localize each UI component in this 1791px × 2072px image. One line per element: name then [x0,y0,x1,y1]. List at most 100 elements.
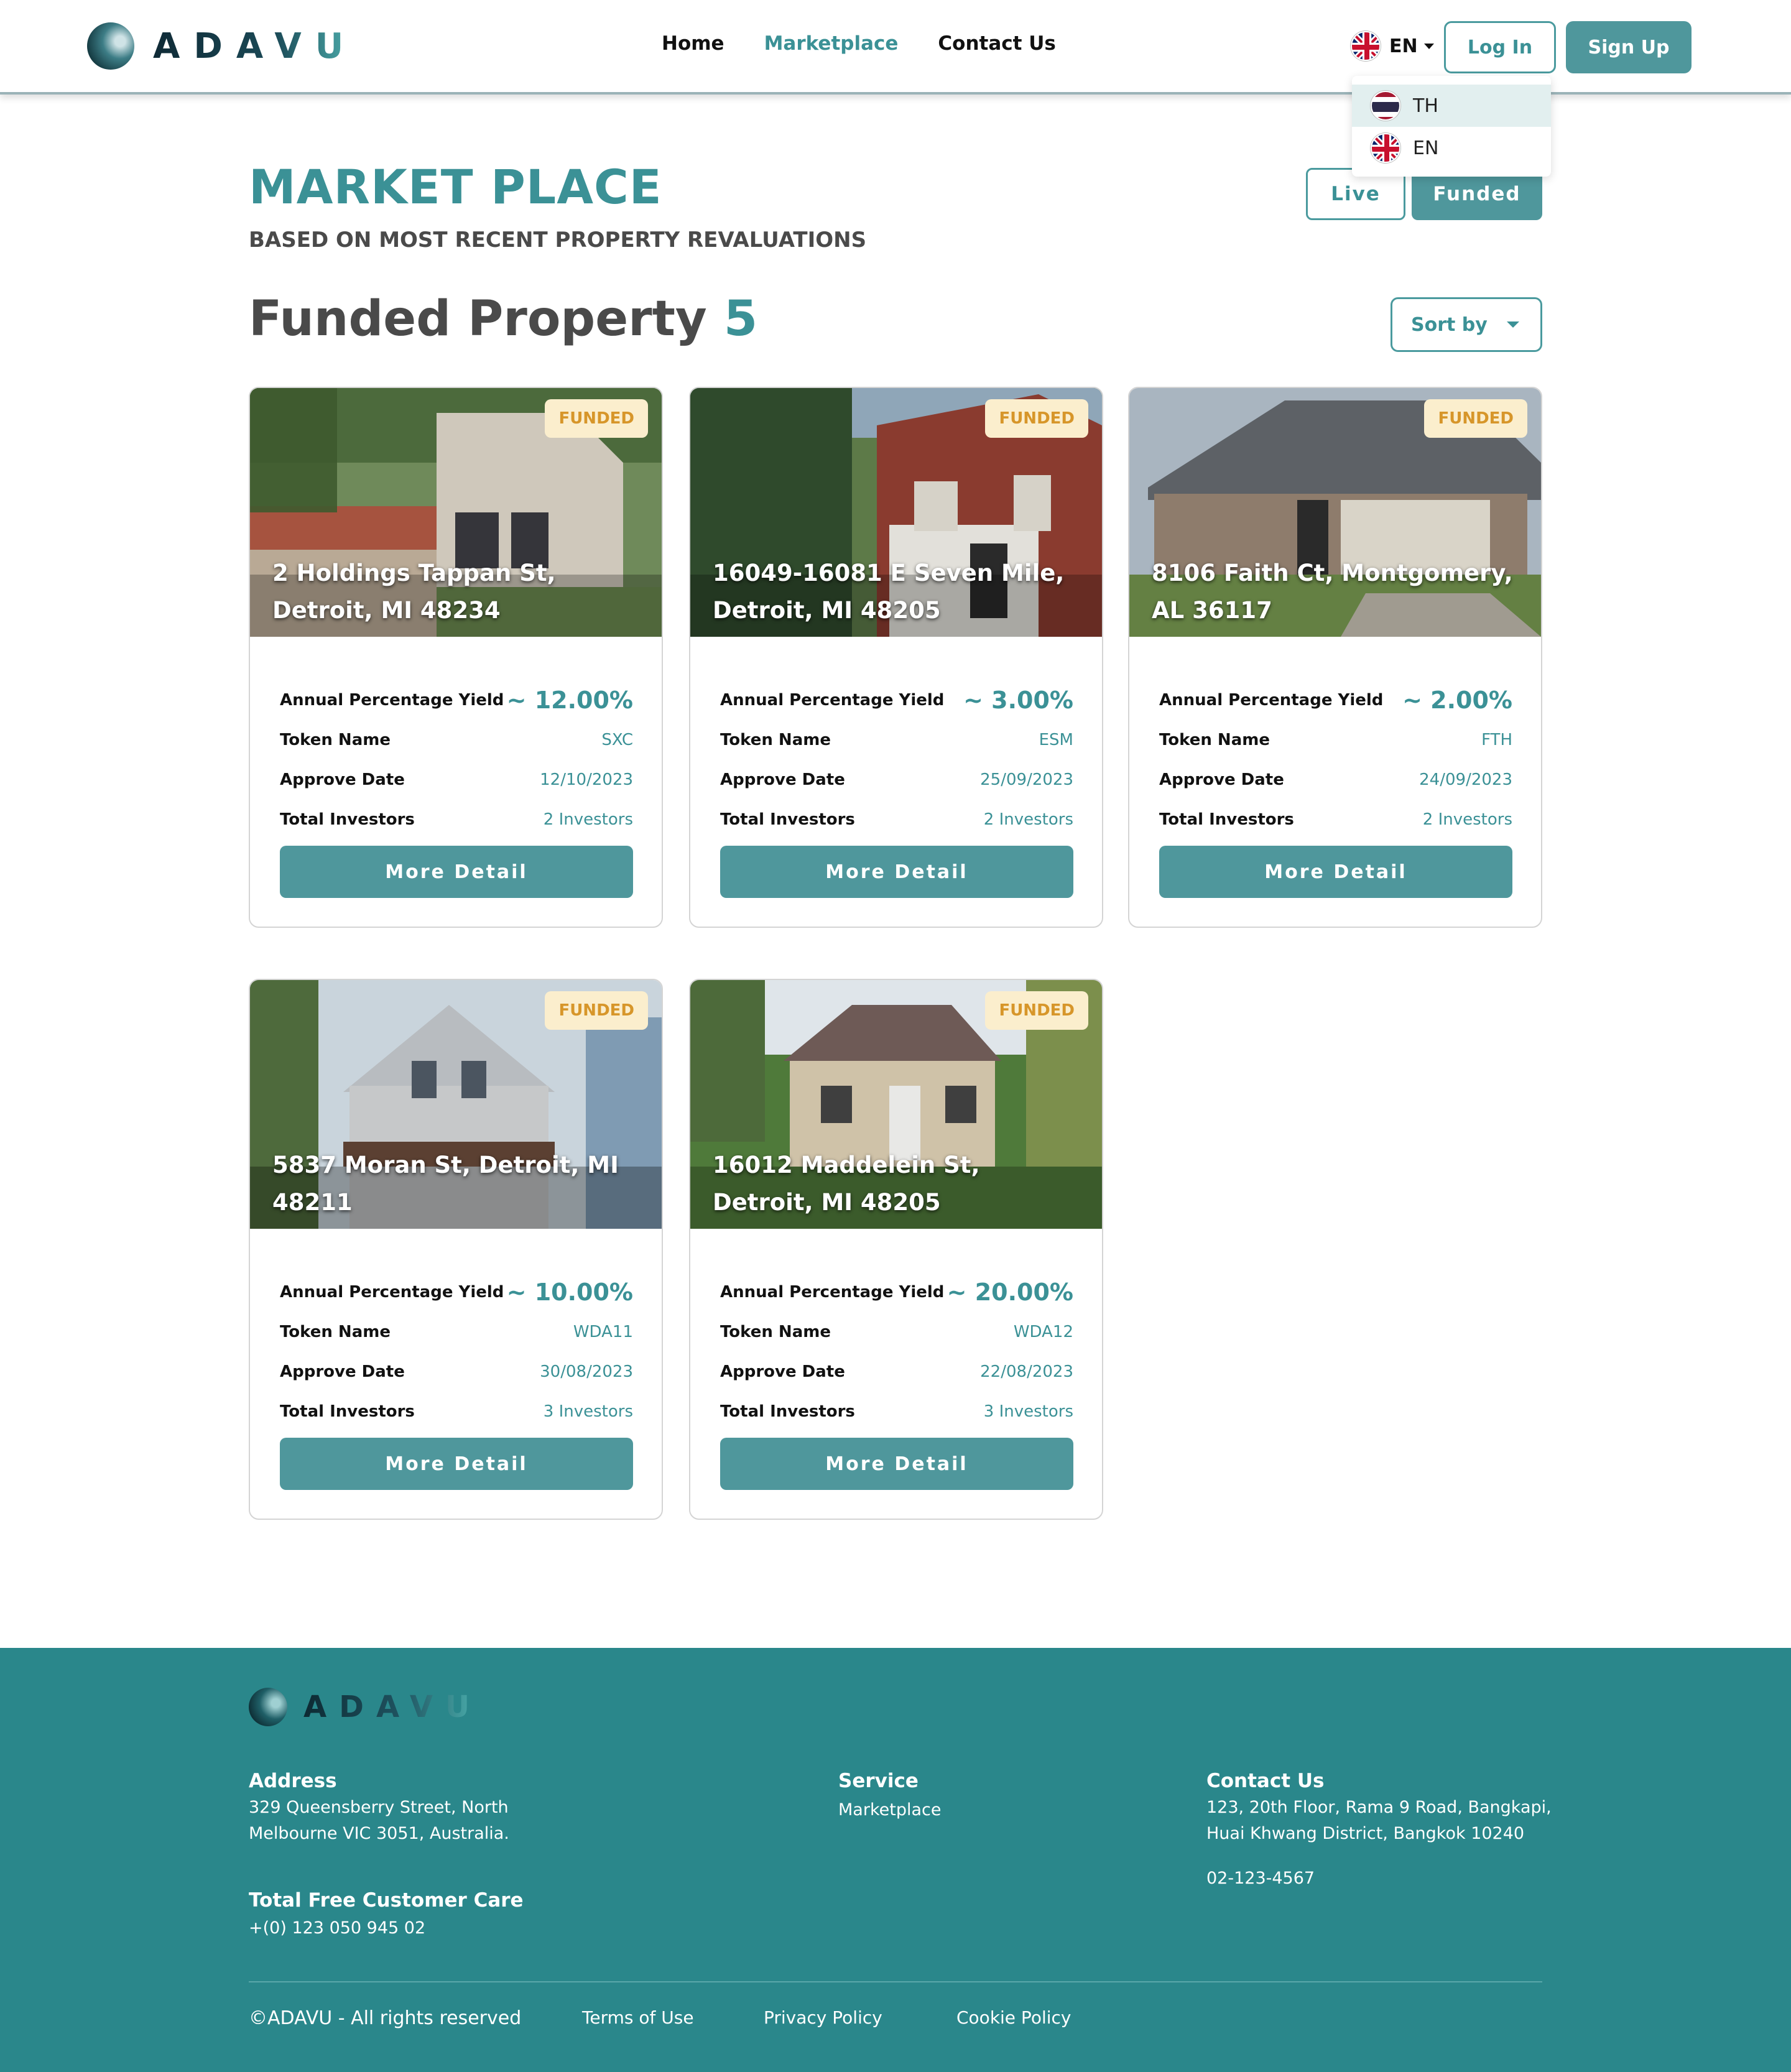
sort-label: Sort by [1411,313,1488,336]
token-label: Token Name [280,731,391,749]
footer-service-title: Service [838,1770,919,1792]
footer-contact-line2: Huai Khwang District, Bangkok 10240 [1206,1824,1525,1843]
more-detail-button[interactable]: More Detail [280,1438,633,1490]
language-option-en[interactable]: EN [1352,127,1551,169]
property-address: 2 Holdings Tappan St, Detroit, MI 48234 [272,560,556,624]
investors-label: Total Investors [1159,810,1294,829]
more-detail-button[interactable]: More Detail [1159,846,1512,898]
approve-date-value: 25/09/2023 [980,770,1073,789]
footer-contact-title: Contact Us [1206,1770,1325,1792]
more-detail-button[interactable]: More Detail [720,1438,1073,1490]
status-badge: FUNDED [985,399,1088,438]
token-value: ESM [1039,731,1073,749]
property-card: FUNDED 2 Holdings Tappan St, Detroit, MI… [249,387,663,928]
signup-button[interactable]: Sign Up [1566,21,1691,73]
language-option-label: EN [1413,137,1439,159]
approve-date-label: Approve Date [1159,770,1284,789]
footer-address-title: Address [249,1770,337,1792]
approve-date-label: Approve Date [280,1362,405,1381]
apy-label: Annual Percentage Yield [720,691,945,710]
thailand-flag-icon [1371,91,1400,121]
uk-flag-icon [1351,31,1381,61]
footer-divider [249,1981,1542,1982]
uk-flag-icon [1371,133,1400,163]
footer-marketplace-link[interactable]: Marketplace [838,1797,941,1823]
language-dropdown: TH EN [1352,76,1551,177]
apy-value: ~ 20.00% [946,1279,1073,1306]
token-label: Token Name [720,731,831,749]
token-value: SXC [601,731,633,749]
status-badge: FUNDED [985,991,1088,1030]
nav-home[interactable]: Home [662,32,724,55]
approve-date-label: Approve Date [280,770,405,789]
language-selector[interactable]: EN [1351,31,1434,61]
property-address: 8106 Faith Ct, Montgomery, AL 36117 [1152,560,1513,624]
investors-value: 2 Investors [983,810,1073,829]
property-card: FUNDED 16049-16081 E Seven Mile, Detroit… [689,387,1103,928]
nav-contact-us[interactable]: Contact Us [938,32,1055,55]
token-value: WDA12 [1013,1323,1073,1341]
approve-date-value: 22/08/2023 [980,1362,1073,1381]
property-details: Annual Percentage Yield ~ 3.00% Token Nam… [720,680,1073,839]
investors-label: Total Investors [720,810,855,829]
property-details: Annual Percentage Yield ~ 20.00% Token Na… [720,1272,1073,1431]
brand-logo[interactable]: ADAVU [87,22,357,70]
heading-text: Funded Property [249,291,707,347]
footer-address-line1: 329 Queensberry Street, North [249,1798,509,1817]
nav-marketplace[interactable]: Marketplace [764,32,899,55]
approve-date-value: 12/10/2023 [540,770,633,789]
token-label: Token Name [1159,731,1270,749]
apy-value: ~ 10.00% [506,1279,633,1306]
investors-value: 2 Investors [543,810,633,829]
site-footer: ADAVU Address 329 Queensberry Street, No… [0,1648,1791,2072]
property-card: FUNDED 8106 Faith Ct, Montgomery, AL 361… [1128,387,1542,928]
status-badge: FUNDED [1424,399,1527,438]
sort-dropdown[interactable]: Sort by [1391,297,1542,352]
apy-value: ~ 3.00% [963,687,1073,714]
main-nav: Home Marketplace Contact Us [662,32,1056,55]
current-language: EN [1389,35,1418,57]
terms-link[interactable]: Terms of Use [582,2007,694,2028]
apy-label: Annual Percentage Yield [1159,691,1384,710]
more-detail-button[interactable]: More Detail [720,846,1073,898]
property-card: FUNDED 16012 Maddelein St, Detroit, MI 4… [689,979,1103,1520]
funded-property-heading: Funded Property 5 [249,291,757,347]
token-value: FTH [1481,731,1512,749]
language-option-label: TH [1413,95,1438,117]
page-subtitle: BASED ON MOST RECENT PROPERTY REVALUATIO… [249,228,867,252]
cookie-link[interactable]: Cookie Policy [956,2007,1071,2028]
apy-label: Annual Percentage Yield [720,1283,945,1302]
investors-value: 2 Investors [1422,810,1512,829]
investors-value: 3 Investors [543,1402,633,1421]
caret-down-icon [1507,321,1519,328]
property-address: 16049-16081 E Seven Mile, Detroit, MI 48… [713,560,1065,624]
approve-date-label: Approve Date [720,770,845,789]
status-badge: FUNDED [545,399,648,438]
property-details: Annual Percentage Yield ~ 2.00% Token Nam… [1159,680,1512,839]
investors-label: Total Investors [280,1402,415,1421]
more-detail-button[interactable]: More Detail [280,846,633,898]
footer-contact-phone: 02-123-4567 [1206,1869,1315,1888]
footer-logo[interactable]: ADAVU [249,1688,482,1726]
approve-date-value: 24/09/2023 [1419,770,1512,789]
token-label: Token Name [720,1323,831,1341]
investors-label: Total Investors [720,1402,855,1421]
apy-value: ~ 12.00% [506,687,633,714]
privacy-link[interactable]: Privacy Policy [764,2007,882,2028]
status-badge: FUNDED [545,991,648,1030]
login-button[interactable]: Log In [1444,21,1556,73]
approve-date-value: 30/08/2023 [540,1362,633,1381]
language-option-th[interactable]: TH [1352,85,1551,127]
brand-name: ADAVU [153,25,358,67]
footer-care-phone: +(0) 123 050 945 02 [249,1918,426,1938]
property-card: FUNDED 5837 Moran St, Detroit, MI 48211 … [249,979,663,1520]
token-label: Token Name [280,1323,391,1341]
apy-value: ~ 2.00% [1402,687,1512,714]
copyright: ©ADAVU - All rights reserved [249,2007,522,2029]
token-value: WDA11 [573,1323,633,1341]
apy-label: Annual Percentage Yield [280,691,504,710]
property-details: Annual Percentage Yield ~ 12.00% Token Na… [280,680,633,839]
brand-name: ADAVU [303,1690,483,1724]
footer-address-line2: Melbourne VIC 3051, Australia. [249,1824,509,1843]
investors-label: Total Investors [280,810,415,829]
